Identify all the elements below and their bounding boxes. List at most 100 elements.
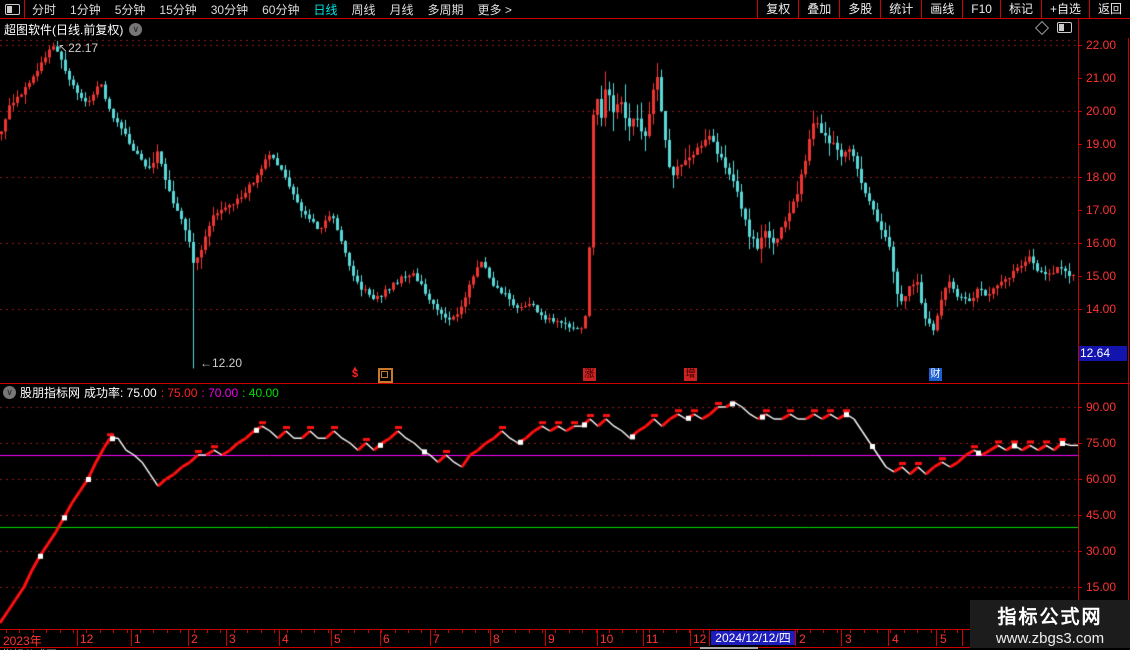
minor-tick	[207, 630, 208, 633]
indicator-axis-label: 60.00	[1086, 472, 1117, 486]
pane-icon[interactable]	[1057, 22, 1072, 33]
period-button-15分钟[interactable]: 15分钟	[152, 1, 203, 18]
tool-button-复权[interactable]: 复权	[757, 0, 798, 18]
minor-tick	[904, 630, 905, 633]
period-buttons: 分时 1分钟 5分钟 15分钟 30分钟 60分钟 日线 周线 月线 多周期 更多 >	[0, 0, 519, 18]
tool-button-F10[interactable]: F10	[962, 0, 1000, 18]
last-price-tag: 12.64	[1078, 346, 1127, 361]
minor-tick	[515, 630, 516, 633]
main-price-chart[interactable]	[0, 38, 1078, 383]
time-axis-label[interactable]: 4	[282, 632, 289, 646]
price-axis-label: 19.00	[1086, 137, 1117, 151]
crosshair-date-label: 2024/12/12/四	[711, 631, 795, 645]
minor-tick	[823, 630, 824, 633]
indicator-axis-label: 75.00	[1086, 436, 1117, 450]
period-button-5分钟[interactable]: 5分钟	[108, 1, 153, 18]
indicator-name[interactable]: 股朋指标网	[20, 384, 80, 401]
minor-tick	[220, 630, 221, 633]
time-axis-label[interactable]: 11	[646, 632, 658, 646]
period-button-更多 >[interactable]: 更多 >	[471, 1, 519, 18]
tool-button-返回[interactable]: 返回	[1088, 0, 1130, 18]
window-split-icon	[4, 3, 20, 15]
minor-tick	[475, 630, 476, 633]
chevron-down-icon[interactable]: ∨	[129, 22, 143, 36]
event-badge-增[interactable]: 增	[684, 368, 697, 381]
period-button-30分钟[interactable]: 30分钟	[204, 1, 255, 18]
minor-tick	[395, 630, 396, 633]
price-axis-label: 21.00	[1086, 71, 1117, 85]
indicator-chart[interactable]	[0, 400, 1078, 628]
axis-separator	[936, 630, 937, 646]
minor-tick	[622, 630, 623, 633]
time-axis-label[interactable]: 3	[845, 632, 852, 646]
minor-tick	[328, 630, 329, 633]
minor-tick	[917, 630, 918, 633]
axis-separator	[643, 630, 644, 646]
time-axis-label[interactable]: 4	[892, 632, 899, 646]
event-badge-财[interactable]: 财	[929, 368, 942, 381]
axis-separator	[795, 630, 796, 646]
axis-separator	[888, 630, 889, 646]
minor-tick	[247, 630, 248, 633]
time-axis-label[interactable]: 10	[600, 632, 613, 646]
minor-tick	[877, 630, 878, 633]
diamond-icon[interactable]	[1034, 20, 1050, 35]
minor-tick	[354, 630, 355, 633]
period-button-日线[interactable]: 日线	[306, 1, 344, 18]
price-axis-label: 17.00	[1086, 203, 1117, 217]
layout-toggle-button[interactable]	[0, 0, 25, 18]
axis-separator	[709, 630, 710, 646]
period-button-多周期[interactable]: 多周期	[421, 1, 471, 18]
period-button-月线[interactable]: 月线	[383, 1, 421, 18]
axis-separator	[490, 630, 491, 646]
tool-button-+自选[interactable]: +自选	[1040, 0, 1089, 18]
period-toolbar: 分时 1分钟 5分钟 15分钟 30分钟 60分钟 日线 周线 月线 多周期 更多 > 复权 叠加 多股…	[0, 0, 1130, 19]
minor-tick	[555, 630, 556, 633]
minor-tick	[167, 630, 168, 633]
scrollbar-thumb[interactable]	[700, 647, 758, 649]
minor-tick	[261, 630, 262, 633]
minor-tick	[301, 630, 302, 633]
time-axis-label[interactable]: 2	[191, 632, 198, 646]
tool-button-画线[interactable]: 画线	[921, 0, 962, 18]
axis-separator	[331, 630, 332, 646]
tool-button-统计[interactable]: 统计	[880, 0, 921, 18]
tool-button-叠加[interactable]: 叠加	[798, 0, 839, 18]
time-axis-label[interactable]: 12	[693, 632, 706, 646]
minor-tick	[408, 630, 409, 633]
time-axis-label[interactable]: 5	[940, 632, 947, 646]
period-button-周线[interactable]: 周线	[344, 1, 382, 18]
minor-tick	[837, 630, 838, 633]
time-axis-label[interactable]: 8	[493, 632, 500, 646]
axis-separator	[597, 630, 598, 646]
axis-separator	[188, 630, 189, 646]
axis-separator	[131, 630, 132, 646]
event-square-icon[interactable]	[378, 368, 393, 383]
chart-title-bar: 超图软件(日线.前复权) ∨	[0, 19, 1078, 39]
time-axis-label[interactable]: 9	[548, 632, 555, 646]
chevron-down-icon[interactable]: ∨	[3, 386, 16, 399]
time-axis-label[interactable]: 6	[383, 632, 390, 646]
right-edge-border	[1128, 38, 1129, 646]
time-axis-label[interactable]: 7	[433, 632, 440, 646]
time-axis-label[interactable]: 1	[134, 632, 141, 646]
indicator-value-green: : 40.00	[242, 385, 279, 400]
dividend-icon[interactable]: ▴ $	[349, 365, 361, 380]
period-button-分时[interactable]: 分时	[25, 1, 63, 18]
minor-tick	[890, 630, 891, 633]
time-axis-label[interactable]: 5	[334, 632, 341, 646]
period-button-1分钟[interactable]: 1分钟	[63, 1, 108, 18]
time-axis-label[interactable]: 2	[799, 632, 806, 646]
minor-tick	[314, 630, 315, 633]
tool-button-多股[interactable]: 多股	[839, 0, 880, 18]
period-button-60分钟[interactable]: 60分钟	[255, 1, 306, 18]
indicator-header: ∨ 股朋指标网 成功率: 75.00 : 75.00 : 70.00 : 40.…	[0, 385, 1078, 400]
axis-separator	[545, 630, 546, 646]
time-axis-label[interactable]: 3	[229, 632, 236, 646]
site-watermark: 指标公式网 www.zbgs3.com	[970, 600, 1130, 648]
time-axis-label[interactable]: 12	[80, 632, 93, 646]
watermark-url: www.zbgs3.com	[995, 629, 1105, 647]
tool-button-标记[interactable]: 标记	[999, 0, 1041, 18]
event-badge-涨[interactable]: 涨	[583, 368, 596, 381]
indicator-value-magenta: : 70.00	[201, 385, 239, 400]
